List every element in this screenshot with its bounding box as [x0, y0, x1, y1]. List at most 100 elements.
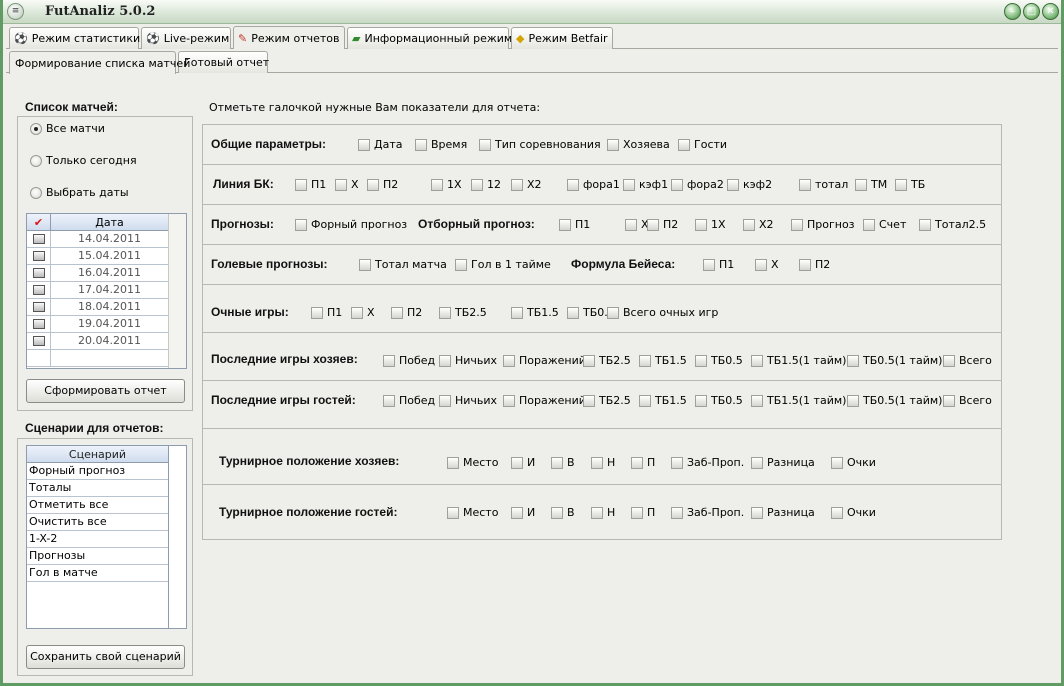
- scenario-list[interactable]: Сценарий Форный прогноз Тоталы Отметить вс…: [26, 445, 187, 629]
- checkbox[interactable]: [511, 456, 523, 469]
- checkbox[interactable]: [567, 178, 579, 191]
- checkbox[interactable]: [943, 354, 955, 367]
- checkbox[interactable]: [567, 306, 579, 319]
- option-checkbox[interactable]: Ничьих: [439, 354, 497, 367]
- option-checkbox[interactable]: Побед: [383, 394, 435, 407]
- radio-all-matches[interactable]: Все матчи: [30, 122, 105, 135]
- scenario-item[interactable]: Форный прогноз: [27, 463, 168, 480]
- option-checkbox[interactable]: Дата: [358, 138, 402, 151]
- checkbox[interactable]: [335, 178, 347, 191]
- option-checkbox[interactable]: ТБ1.5: [639, 394, 687, 407]
- option-checkbox[interactable]: Х: [755, 258, 779, 271]
- checkbox[interactable]: [943, 394, 955, 407]
- option-checkbox[interactable]: И: [511, 456, 535, 469]
- checkbox[interactable]: [415, 138, 427, 151]
- option-checkbox[interactable]: Разница: [751, 456, 815, 469]
- checkbox[interactable]: [671, 178, 683, 191]
- checkbox[interactable]: [647, 218, 659, 231]
- option-checkbox[interactable]: Счет: [863, 218, 906, 231]
- radio-dot[interactable]: [30, 186, 42, 199]
- option-checkbox[interactable]: Побед: [383, 354, 435, 367]
- option-checkbox[interactable]: Х: [625, 218, 649, 231]
- scenario-item[interactable]: 1-X-2: [27, 531, 168, 548]
- option-checkbox[interactable]: Н: [591, 506, 615, 519]
- checkbox[interactable]: [751, 394, 763, 407]
- option-checkbox[interactable]: фора2: [671, 178, 724, 191]
- option-checkbox[interactable]: Поражений: [503, 354, 586, 367]
- save-scenario-button[interactable]: Сохранить свой сценарий: [26, 645, 185, 669]
- option-checkbox[interactable]: Заб-Проп.: [671, 506, 744, 519]
- minimize-icon[interactable]: –: [1004, 3, 1021, 20]
- checkbox[interactable]: [695, 354, 707, 367]
- checkbox[interactable]: [503, 394, 515, 407]
- option-checkbox[interactable]: Разница: [751, 506, 815, 519]
- checkbox[interactable]: [895, 178, 907, 191]
- option-checkbox[interactable]: Х: [335, 178, 359, 191]
- radio-dot[interactable]: [30, 122, 42, 135]
- checkbox[interactable]: [455, 258, 467, 271]
- checkbox[interactable]: [439, 394, 451, 407]
- option-checkbox[interactable]: кэф2: [727, 178, 772, 191]
- tab-reports[interactable]: ✎ Режим отчетов: [233, 26, 345, 49]
- checkbox[interactable]: [703, 258, 715, 271]
- scenario-item[interactable]: Гол в матче: [27, 565, 168, 582]
- option-checkbox[interactable]: Гости: [678, 138, 727, 151]
- option-checkbox[interactable]: ТБ1.5: [639, 354, 687, 367]
- option-checkbox[interactable]: Х2: [511, 178, 542, 191]
- option-checkbox[interactable]: Время: [415, 138, 467, 151]
- checkbox[interactable]: [591, 456, 603, 469]
- option-checkbox[interactable]: 1Х: [431, 178, 462, 191]
- date-row[interactable]: 18.04.2011: [27, 299, 168, 316]
- scenario-item[interactable]: Очистить все: [27, 514, 168, 531]
- option-checkbox[interactable]: Гол в 1 тайме: [455, 258, 551, 271]
- checkbox[interactable]: [583, 394, 595, 407]
- checkbox[interactable]: [367, 178, 379, 191]
- option-checkbox[interactable]: Всего: [943, 394, 992, 407]
- option-checkbox[interactable]: Место: [447, 506, 498, 519]
- scenario-item[interactable]: Прогнозы: [27, 548, 168, 565]
- checkbox[interactable]: [751, 506, 763, 519]
- checkbox[interactable]: [591, 506, 603, 519]
- checkbox[interactable]: [511, 306, 523, 319]
- date-row[interactable]: 14.04.2011: [27, 231, 168, 248]
- checkbox[interactable]: [743, 218, 755, 231]
- checkbox[interactable]: [295, 218, 307, 231]
- checkbox[interactable]: [383, 354, 395, 367]
- scenario-item[interactable]: Отметить все: [27, 497, 168, 514]
- option-checkbox[interactable]: Всего очных игр: [607, 306, 718, 319]
- tab-live[interactable]: ⚽ Live-режим: [141, 27, 231, 49]
- close-icon[interactable]: ✕: [1042, 3, 1059, 20]
- option-checkbox[interactable]: ТБ1.5(1 тайм): [751, 394, 846, 407]
- checkbox[interactable]: [559, 218, 571, 231]
- option-checkbox[interactable]: Ничьих: [439, 394, 497, 407]
- option-checkbox[interactable]: П: [631, 456, 655, 469]
- option-checkbox[interactable]: Форный прогноз: [295, 218, 407, 231]
- option-checkbox[interactable]: Тип соревнования: [479, 138, 601, 151]
- radio-dot[interactable]: [30, 154, 42, 167]
- tab-statistics[interactable]: ⚽ Режим статистики: [9, 27, 140, 49]
- scenario-item[interactable]: Тоталы: [27, 480, 168, 497]
- option-checkbox[interactable]: Н: [591, 456, 615, 469]
- checkbox[interactable]: [607, 138, 619, 151]
- option-checkbox[interactable]: П2: [799, 258, 830, 271]
- option-checkbox[interactable]: ТБ1.5(1 тайм): [751, 354, 846, 367]
- date-checkbox[interactable]: [32, 251, 45, 261]
- checkbox[interactable]: [799, 258, 811, 271]
- checkbox[interactable]: [383, 394, 395, 407]
- option-checkbox[interactable]: И: [511, 506, 535, 519]
- checkbox[interactable]: [551, 456, 563, 469]
- checkbox[interactable]: [511, 506, 523, 519]
- option-checkbox[interactable]: Х2: [743, 218, 774, 231]
- checkbox[interactable]: [863, 218, 875, 231]
- date-checkbox[interactable]: [32, 285, 45, 295]
- checkbox[interactable]: [583, 354, 595, 367]
- option-checkbox[interactable]: 1Х: [695, 218, 726, 231]
- option-checkbox[interactable]: П1: [295, 178, 326, 191]
- option-checkbox[interactable]: ТБ2.5: [583, 354, 631, 367]
- option-checkbox[interactable]: Прогноз: [791, 218, 855, 231]
- radio-select-dates[interactable]: Выбрать даты: [30, 186, 129, 199]
- option-checkbox[interactable]: ТМ: [855, 178, 887, 191]
- checkbox[interactable]: [358, 138, 370, 151]
- option-checkbox[interactable]: П1: [559, 218, 590, 231]
- checkbox[interactable]: [727, 178, 739, 191]
